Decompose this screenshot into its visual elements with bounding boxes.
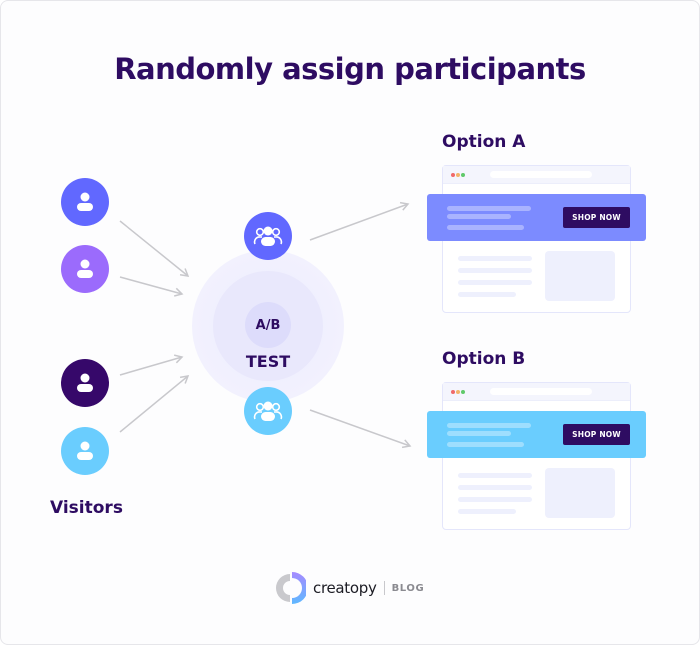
group-a-avatar xyxy=(244,212,292,260)
page-title: Randomly assign participants xyxy=(114,52,586,86)
user-icon xyxy=(77,192,93,211)
test-label: TEST xyxy=(245,352,291,371)
window-dot-red xyxy=(451,390,455,394)
window-dot-green xyxy=(461,390,465,394)
content-line xyxy=(458,473,532,478)
banner-line xyxy=(447,225,524,230)
visitors-label: Visitors xyxy=(50,498,123,518)
visitor-avatar-4 xyxy=(61,427,109,475)
window-dot-yellow xyxy=(456,390,460,394)
users-icon xyxy=(253,401,283,421)
option-b-label: Option B xyxy=(442,349,526,369)
banner-line xyxy=(447,423,531,428)
creatopy-logo-icon xyxy=(276,572,306,604)
blog-label: BLOG xyxy=(391,582,425,594)
browser-toolbar xyxy=(443,383,630,401)
user-icon xyxy=(77,441,93,460)
content-line xyxy=(458,292,516,297)
option-a-shop-now-button[interactable]: SHOP NOW xyxy=(563,207,630,228)
users-icon xyxy=(253,226,283,246)
option-a-banner: SHOP NOW xyxy=(427,194,646,241)
visitor-avatar-1 xyxy=(61,178,109,226)
content-image-placeholder xyxy=(545,468,615,518)
content-line xyxy=(458,485,532,490)
ab-test-icon: A/B xyxy=(245,302,291,348)
visitor-avatar-3 xyxy=(61,359,109,407)
address-bar xyxy=(490,388,592,395)
content-line xyxy=(458,509,516,514)
group-b-avatar xyxy=(244,387,292,435)
ab-badge-text: A/B xyxy=(255,317,281,333)
brand-name: creatopy xyxy=(313,579,377,597)
window-dot-green xyxy=(461,173,465,177)
visitor-avatar-2 xyxy=(61,245,109,293)
browser-toolbar xyxy=(443,166,630,184)
user-icon xyxy=(77,259,93,278)
banner-line xyxy=(447,214,511,219)
banner-line xyxy=(447,206,531,211)
content-line xyxy=(458,280,532,285)
window-dot-yellow xyxy=(456,173,460,177)
content-line xyxy=(458,268,532,273)
content-image-placeholder xyxy=(545,251,615,301)
creatopy-blog-logo[interactable]: creatopy BLOG xyxy=(276,570,424,606)
option-b-banner: SHOP NOW xyxy=(427,411,646,458)
window-dot-red xyxy=(451,173,455,177)
user-icon xyxy=(77,373,93,392)
option-b-shop-now-button[interactable]: SHOP NOW xyxy=(563,424,630,445)
logo-separator xyxy=(383,581,385,595)
banner-line xyxy=(447,442,524,447)
option-a-label: Option A xyxy=(442,132,526,152)
content-line xyxy=(458,497,532,502)
address-bar xyxy=(490,171,592,178)
banner-line xyxy=(447,431,511,436)
diagram-frame xyxy=(0,0,700,645)
content-line xyxy=(458,256,532,261)
